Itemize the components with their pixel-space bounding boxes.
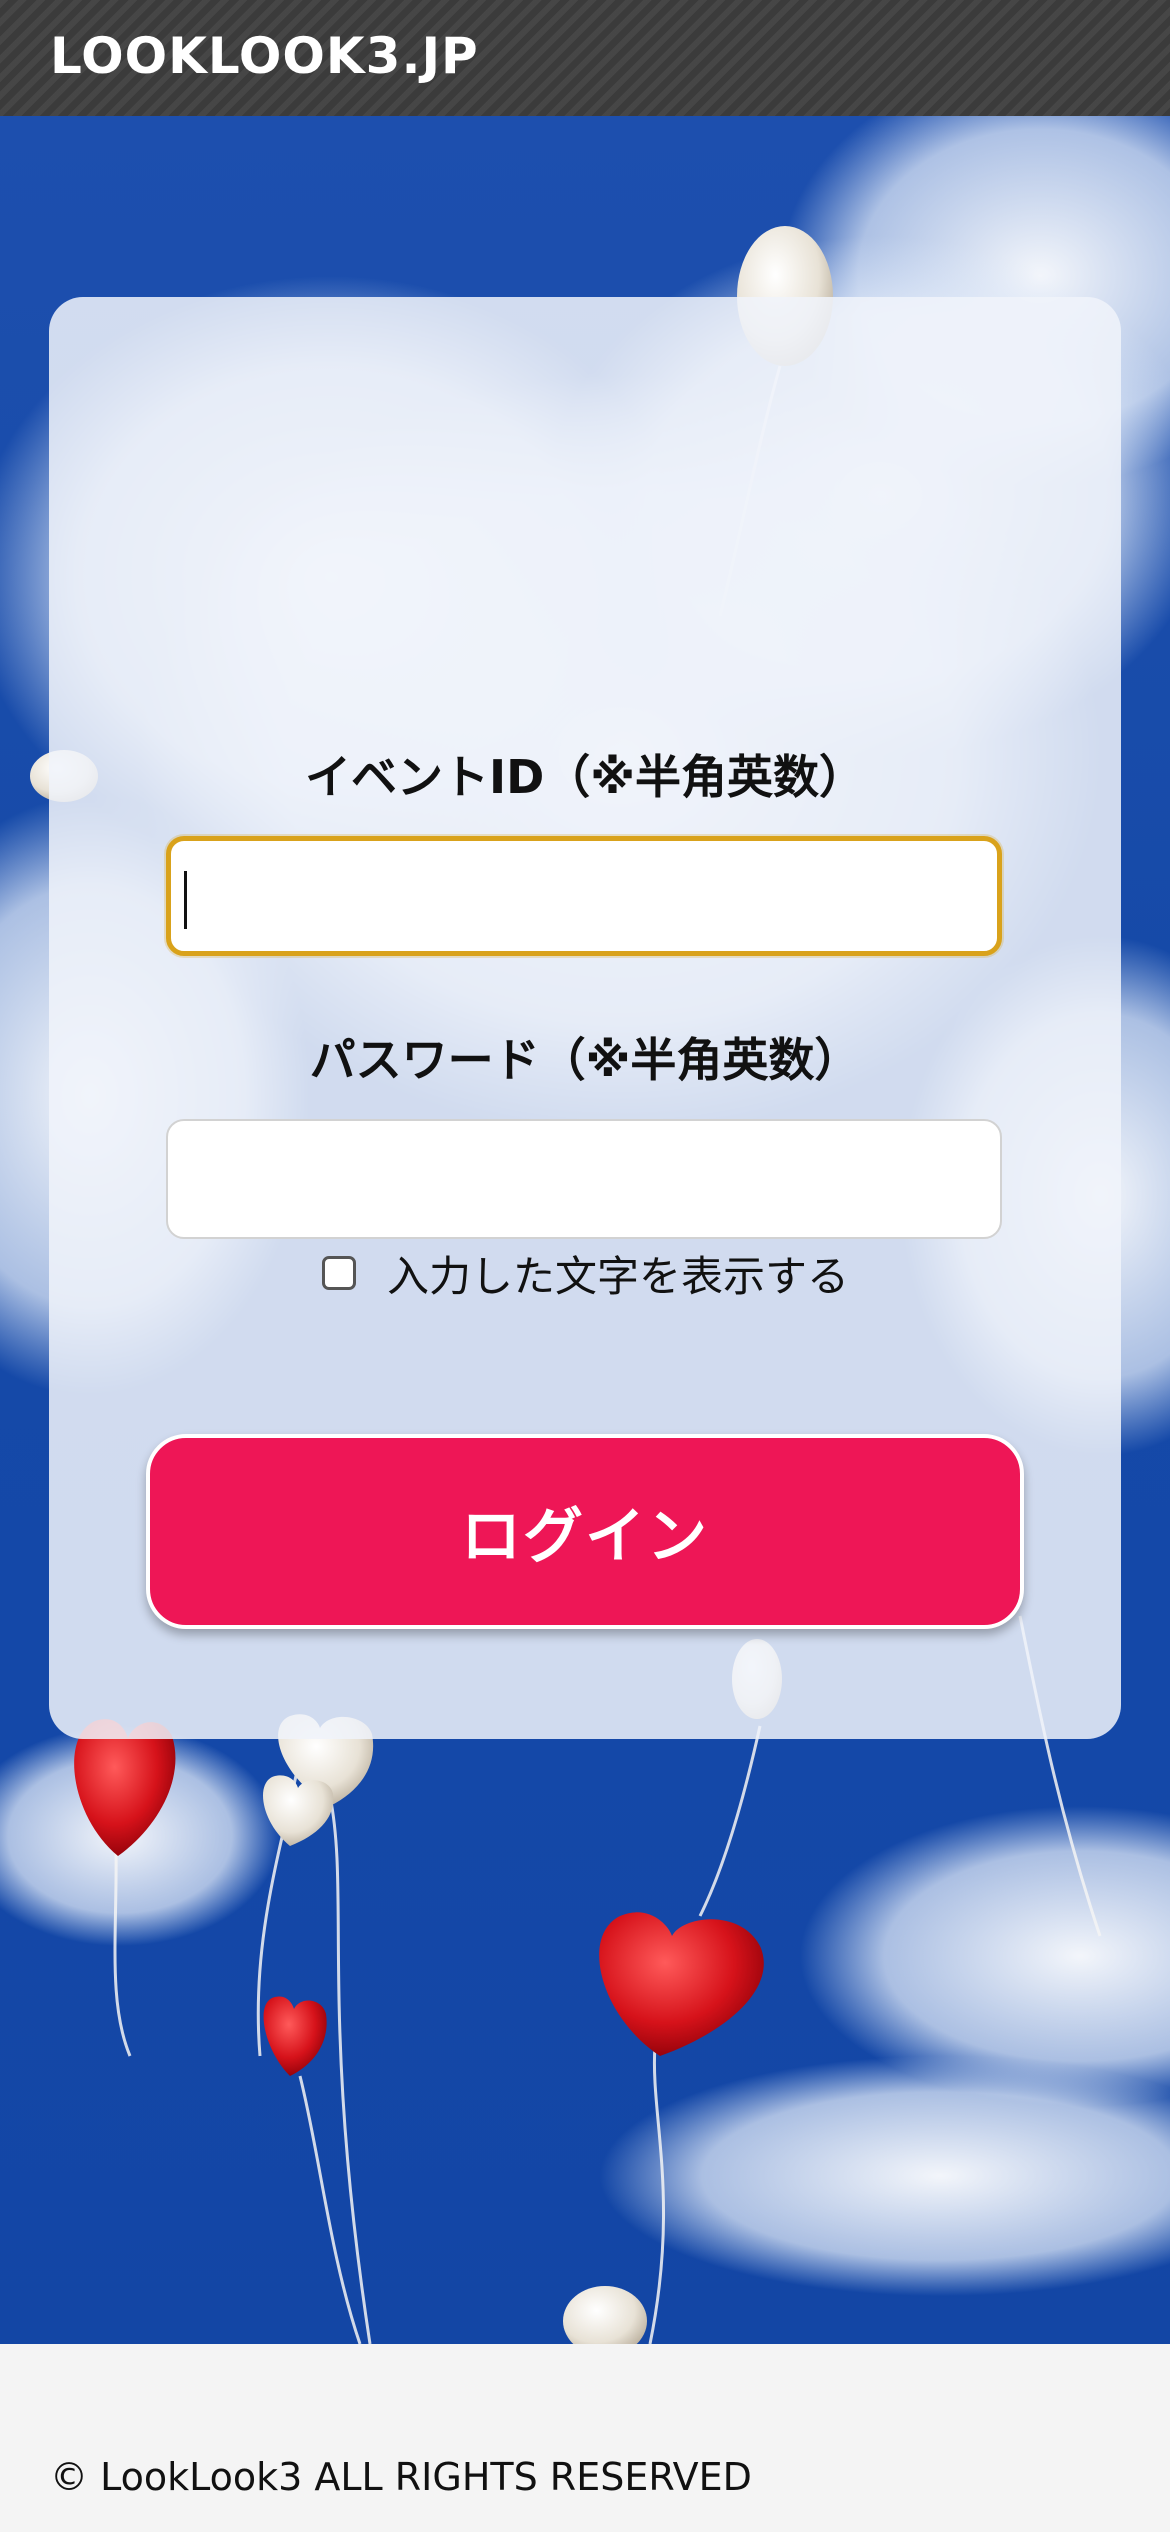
event-id-label: イベントID（※半角英数） [304, 750, 866, 804]
login-button[interactable]: ログイン [146, 1434, 1024, 1629]
login-card: イベントID（※半角英数） パスワード（※半角英数） 入力した文字を表示する ロ… [49, 297, 1121, 1739]
site-footer: © LookLook3 ALL RIGHTS RESERVED [0, 2344, 1170, 2532]
show-password-label[interactable]: 入力した文字を表示する [387, 1252, 849, 1302]
site-header: LOOKLOOK3.JP [0, 0, 1170, 116]
text-caret [184, 871, 187, 929]
password-label: パスワード（※半角英数） [309, 1033, 861, 1087]
site-title[interactable]: LOOKLOOK3.JP [50, 26, 479, 86]
show-password-checkbox[interactable] [322, 1256, 356, 1290]
login-button-label: ログイン [461, 1502, 709, 1572]
copyright-text: © LookLook3 ALL RIGHTS RESERVED [50, 2455, 752, 2499]
password-input[interactable] [178, 1131, 994, 1229]
event-id-input[interactable] [181, 851, 991, 943]
event-id-input-box[interactable] [166, 836, 1002, 956]
password-input-box[interactable] [166, 1119, 1002, 1239]
show-password-row[interactable]: 入力した文字を表示する [49, 1252, 1121, 1302]
